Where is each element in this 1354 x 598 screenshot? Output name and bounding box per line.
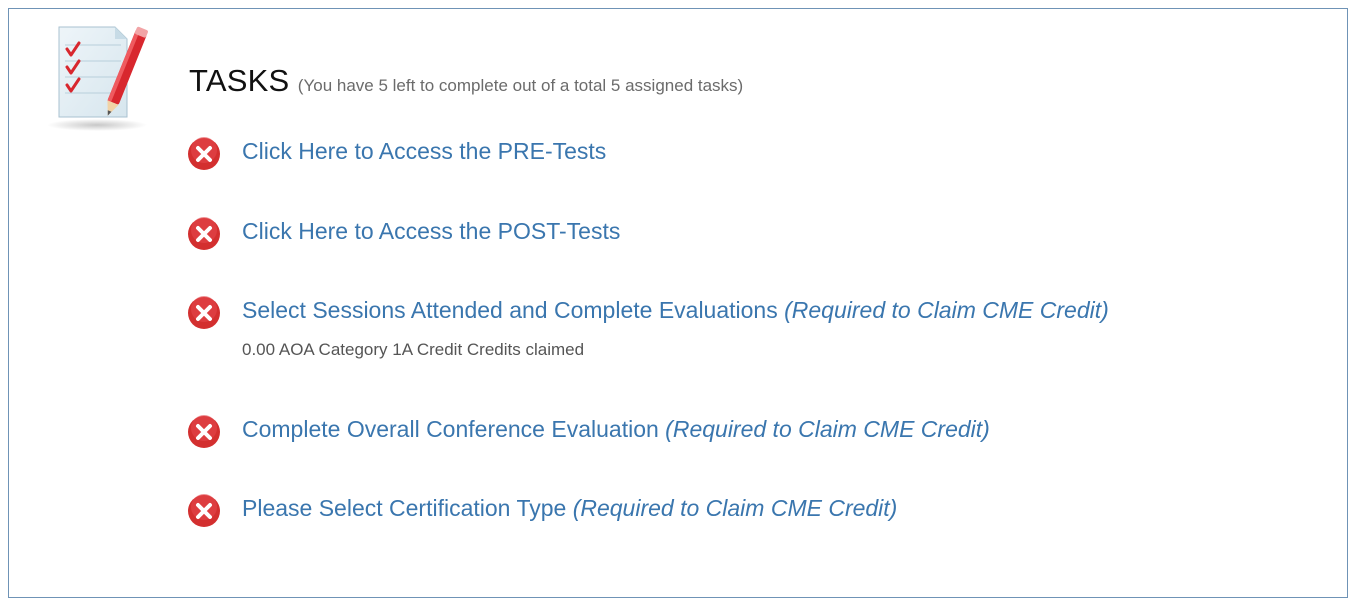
required-note: (Required to Claim CME Credit) — [572, 495, 898, 521]
required-note: (Required to Claim CME Credit) — [665, 416, 990, 442]
incomplete-x-icon — [188, 137, 220, 170]
credits-claimed-text: 0.00 AOA Category 1A Credit Credits clai… — [242, 340, 585, 359]
tasks-panel: TASKS (You have 5 left to complete out o… — [8, 8, 1348, 598]
task-label: Click Here to Access the POST-Tests — [242, 218, 621, 244]
tasks-summary: (You have 5 left to complete out of a to… — [297, 76, 744, 95]
pre-tests-link[interactable]: Click Here to Access the PRE-Tests — [242, 138, 606, 165]
task-label: Complete Overall Conference Evaluation — [242, 416, 659, 442]
incomplete-x-icon — [188, 296, 220, 329]
task-label: Please Select Certification Type — [242, 495, 567, 521]
page-title: TASKS — [189, 63, 290, 98]
tasks-header: TASKS (You have 5 left to complete out o… — [189, 63, 743, 99]
incomplete-x-icon — [188, 494, 220, 527]
conference-evaluation-link[interactable]: Complete Overall Conference Evaluation (… — [242, 416, 990, 443]
session-evaluations-link[interactable]: Select Sessions Attended and Complete Ev… — [242, 297, 1109, 324]
incomplete-x-icon — [188, 415, 220, 448]
incomplete-x-icon — [188, 217, 220, 250]
post-tests-link[interactable]: Click Here to Access the POST-Tests — [242, 218, 620, 245]
certification-type-link[interactable]: Please Select Certification Type (Requir… — [242, 495, 897, 522]
checklist-notebook-icon — [47, 26, 148, 131]
task-label: Select Sessions Attended and Complete Ev… — [242, 297, 778, 323]
task-label: Click Here to Access the PRE-Tests — [242, 138, 607, 164]
required-note: (Required to Claim CME Credit) — [784, 297, 1109, 323]
